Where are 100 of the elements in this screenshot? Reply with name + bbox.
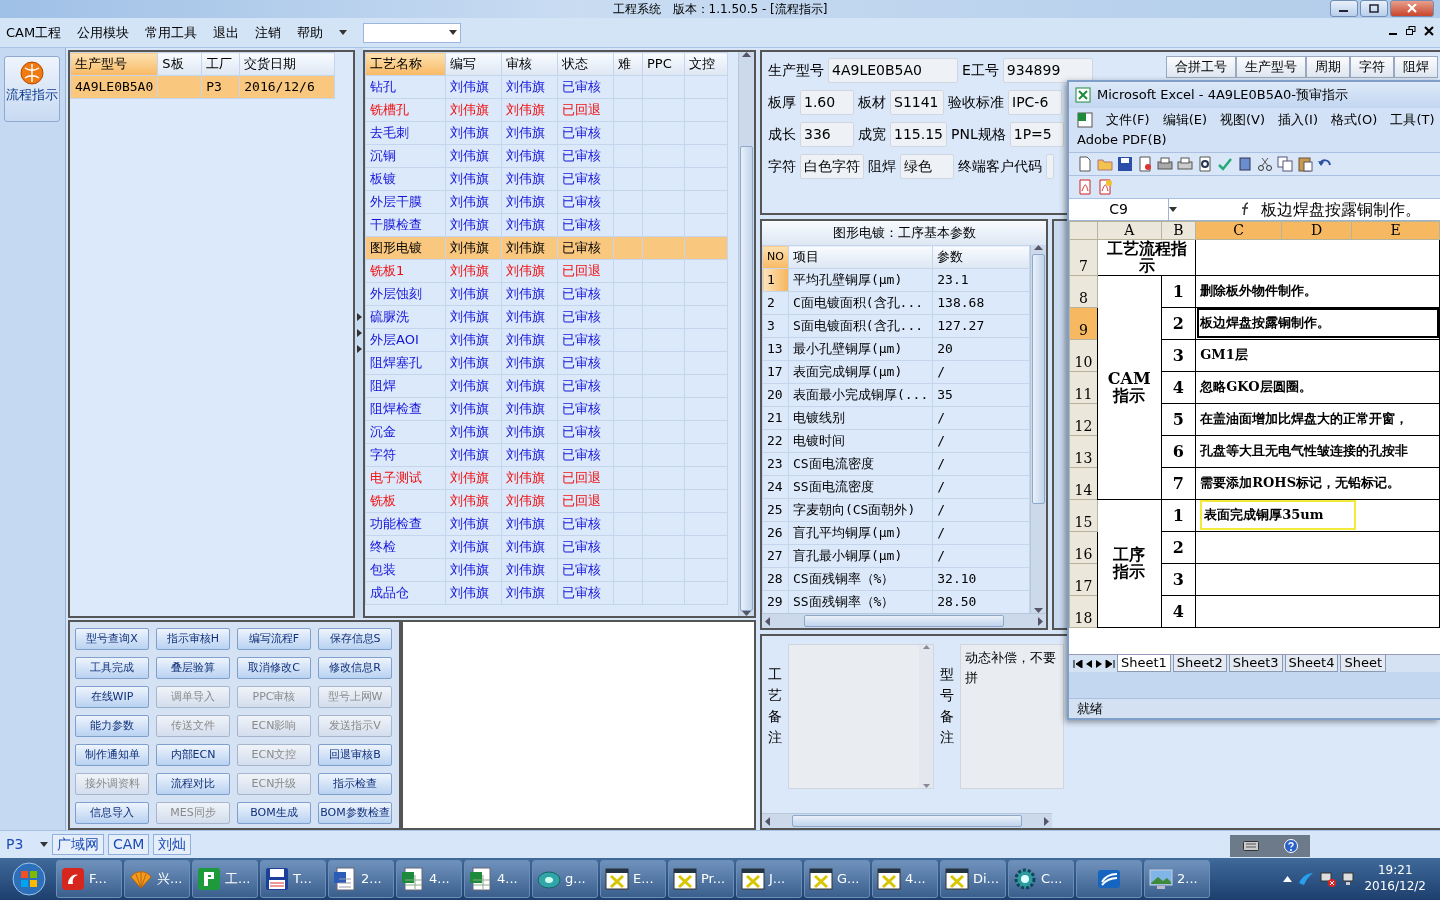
table-cell[interactable]: 外层AOI: [365, 328, 446, 352]
action-button[interactable]: 取消修改C: [237, 657, 311, 679]
book-icon[interactable]: [1237, 155, 1253, 172]
row-header[interactable]: 12: [1069, 403, 1098, 436]
previous-sheet-icon[interactable]: [1085, 659, 1093, 668]
scrollbar[interactable]: [762, 613, 1046, 628]
taskbar-button[interactable]: G...: [804, 860, 870, 898]
action-button[interactable]: 修改信息R: [318, 657, 392, 679]
table-cell[interactable]: 板镀: [365, 167, 446, 191]
action-button[interactable]: BOM生成: [237, 802, 311, 824]
table-cell[interactable]: 阻焊: [365, 374, 446, 398]
magnifier-icon[interactable]: [1197, 155, 1213, 172]
column-header[interactable]: 项目: [788, 245, 933, 269]
next-sheet-icon[interactable]: [1095, 659, 1103, 668]
table-cell[interactable]: 铣板: [365, 489, 446, 513]
taskbar-button[interactable]: 4...: [464, 860, 530, 898]
menu-item[interactable]: 帮助: [297, 24, 324, 41]
table-cell[interactable]: 终检: [365, 535, 446, 559]
column-header[interactable]: 文控: [684, 52, 728, 76]
help-icon[interactable]: [1283, 839, 1298, 853]
sheet-tab[interactable]: Sheet: [1340, 655, 1387, 672]
pdf-icon[interactable]: [1077, 178, 1093, 195]
column-header[interactable]: 生产型号: [1236, 56, 1306, 78]
action-button[interactable]: 能力参数: [75, 715, 149, 737]
action-button[interactable]: 叠层验算: [156, 657, 230, 679]
first-sheet-icon[interactable]: [1073, 659, 1083, 668]
printer-icon[interactable]: [1157, 155, 1173, 172]
row-header[interactable]: 9: [1069, 307, 1098, 340]
column-header[interactable]: 参数: [932, 245, 1030, 269]
network-error-icon[interactable]: [1320, 871, 1337, 887]
action-button[interactable]: 回退审核B: [318, 744, 392, 766]
row-header[interactable]: 15: [1069, 499, 1098, 532]
table-cell[interactable]: 沉金: [365, 420, 446, 444]
menu-item[interactable]: 退出: [213, 24, 240, 41]
taskbar-button[interactable]: 4...: [872, 860, 938, 898]
column-header[interactable]: 状态: [557, 52, 614, 76]
action-button[interactable]: 在线WIP: [75, 686, 149, 708]
taskbar-button[interactable]: g...: [532, 860, 598, 898]
text-field[interactable]: 336: [800, 122, 854, 147]
taskbar-button[interactable]: Pr...: [668, 860, 734, 898]
restore-icon[interactable]: [1406, 26, 1416, 36]
save-icon[interactable]: [1117, 155, 1133, 172]
column-header[interactable]: 审核: [501, 52, 558, 76]
scrollbar[interactable]: [762, 813, 1052, 828]
text-field[interactable]: 1.60: [800, 90, 854, 115]
table-cell[interactable]: 外层蚀刻: [365, 282, 446, 306]
menu-item[interactable]: 视图(V): [1220, 112, 1266, 128]
printer-icon[interactable]: [1177, 155, 1193, 172]
table-cell[interactable]: 沉铜: [365, 144, 446, 168]
row-header[interactable]: 7: [1069, 239, 1098, 276]
text-field[interactable]: 4A9LE0B5A0: [828, 58, 958, 83]
last-sheet-icon[interactable]: [1105, 659, 1115, 668]
show-hidden-icons-icon[interactable]: [1283, 876, 1293, 882]
taskbar-button[interactable]: [1076, 860, 1142, 898]
column-header[interactable]: E: [1351, 221, 1440, 240]
text-field[interactable]: 934899: [1002, 58, 1093, 83]
text-field[interactable]: 绿色: [900, 154, 954, 179]
table-cell[interactable]: 成品仓: [365, 581, 446, 605]
taskbar-button[interactable]: Di...: [940, 860, 1006, 898]
taskbar-button[interactable]: 2...: [1144, 860, 1210, 898]
factory-dropdown[interactable]: P3: [6, 836, 36, 853]
column-header[interactable]: 编写: [445, 52, 502, 76]
taskbar-button[interactable]: F...: [56, 860, 122, 898]
splitter-handle-icon[interactable]: [356, 313, 362, 353]
taskbar-button[interactable]: J...: [736, 860, 802, 898]
scrollbar[interactable]: [1030, 245, 1046, 613]
new-document-icon[interactable]: [1077, 155, 1093, 172]
action-button[interactable]: 工具完成: [75, 657, 149, 679]
taskbar-button[interactable]: T...: [260, 860, 326, 898]
menu-item[interactable]: Adobe PDF(B): [1077, 132, 1167, 148]
action-button[interactable]: 内部ECN: [156, 744, 230, 766]
minimize-button[interactable]: [1330, 0, 1358, 17]
taskbar-button[interactable]: C...: [1008, 860, 1074, 898]
row-header[interactable]: 13: [1069, 435, 1098, 468]
column-header[interactable]: NO: [762, 245, 789, 269]
taskbar-button[interactable]: 2...: [328, 860, 394, 898]
menu-item[interactable]: 工具(T): [1390, 112, 1435, 128]
menu-item[interactable]: 文件(F): [1106, 112, 1150, 128]
text-field[interactable]: 1P=5: [1009, 122, 1064, 147]
table-cell[interactable]: 外层干膜: [365, 190, 446, 214]
dropdown-field[interactable]: [363, 22, 462, 43]
table-cell[interactable]: 电子测试: [365, 466, 446, 490]
action-button[interactable]: 保存信息S: [318, 628, 392, 650]
text-field[interactable]: [1046, 154, 1054, 179]
table-cell[interactable]: 字符: [365, 443, 446, 467]
taskbar-button[interactable]: 4...: [396, 860, 462, 898]
row-header[interactable]: 8: [1069, 275, 1098, 308]
table-cell[interactable]: 包装: [365, 558, 446, 582]
action-button[interactable]: 指示检查: [318, 773, 392, 795]
name-box[interactable]: C9: [1069, 198, 1169, 221]
table-cell[interactable]: 阻焊检查: [365, 397, 446, 421]
column-header[interactable]: 工厂: [201, 52, 240, 76]
text-field[interactable]: IPC-6: [1008, 90, 1062, 115]
action-button[interactable]: 编写流程F: [237, 628, 311, 650]
column-header[interactable]: 难: [613, 52, 643, 76]
text-field[interactable]: S1141: [890, 90, 944, 115]
table-cell[interactable]: 钻孔: [365, 75, 446, 99]
app-icon[interactable]: [1298, 871, 1315, 887]
table-cell[interactable]: 干膜检查: [365, 213, 446, 237]
menu-item[interactable]: CAM工程: [6, 24, 62, 41]
